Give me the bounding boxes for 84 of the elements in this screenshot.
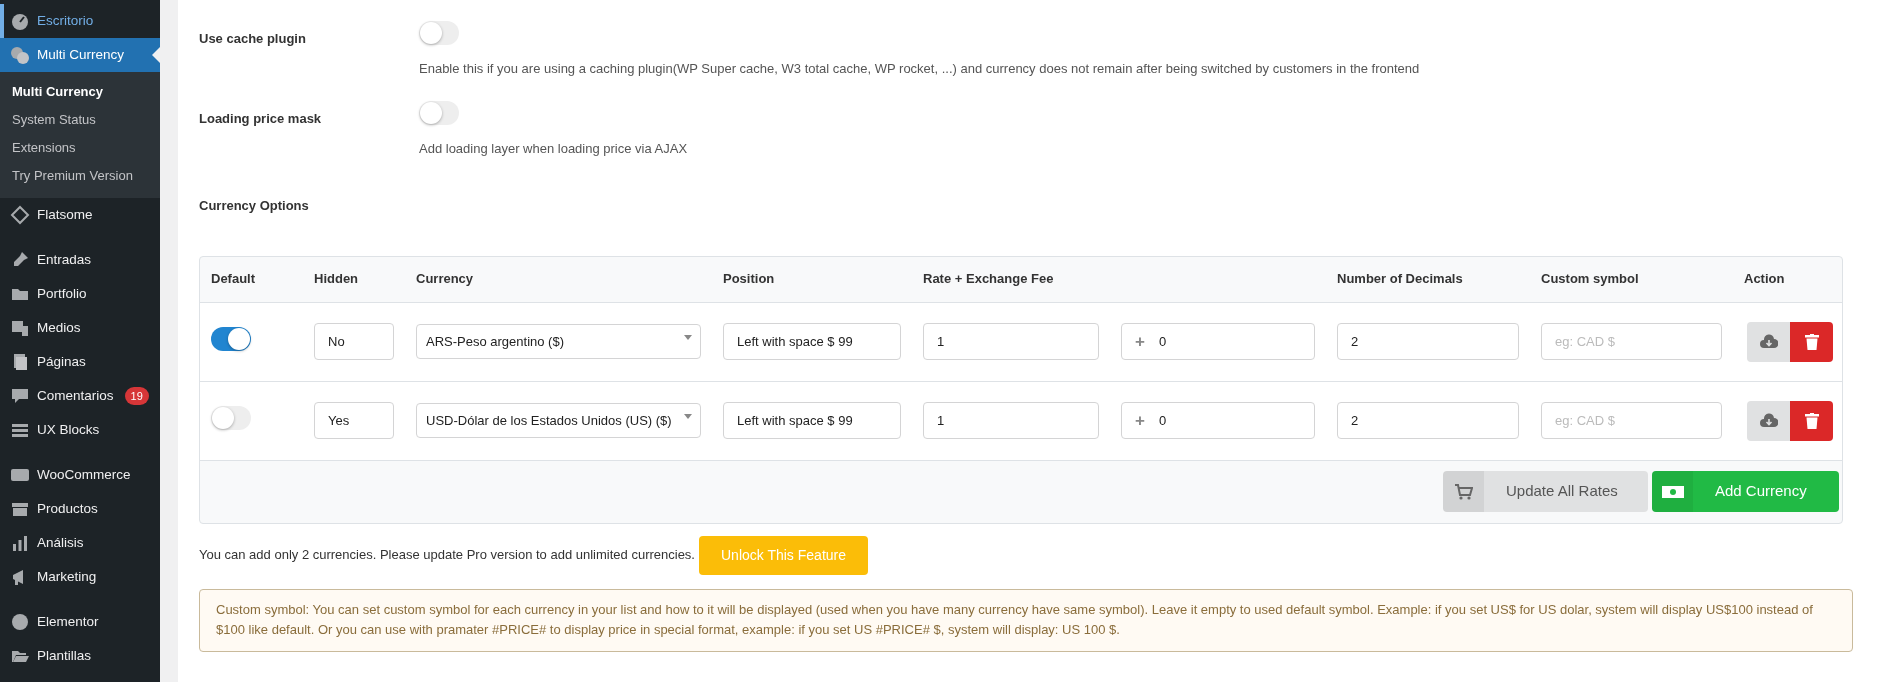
position-field[interactable]: Left with space $ 99 [723,323,901,360]
banknote-icon [1661,485,1684,498]
cloud-download-icon [1759,333,1778,350]
delete-button[interactable] [1790,321,1833,362]
setting-description: Add loading layer when loading price via AJAX [419,139,689,158]
rate-field[interactable]: 1 [923,323,1099,360]
toggle-switch[interactable] [211,326,251,351]
menu-label: Comentarios [37,386,114,405]
setting-label: Use cache plugin [199,30,307,48]
setting-label: Loading price mask [199,110,323,128]
sidebar-item[interactable]: Entradas [0,243,160,277]
trash-icon [1804,333,1819,350]
submenu-item[interactable]: Extensions [0,134,160,162]
fee-field[interactable]: + 0 [1121,323,1315,360]
menu-label: Escritorio [37,11,94,30]
bars-icon [10,533,30,553]
submenu-item[interactable]: Try Premium Version [0,162,160,190]
sidebar-item[interactable]: Plantillas [0,639,160,673]
download-button[interactable] [1747,400,1790,441]
custom-symbol-field[interactable]: eg: CAD $ [1541,323,1722,360]
menu-label: Portfolio [37,284,87,303]
menu-label: Páginas [37,352,86,371]
menu-label: Flatsome [37,205,93,224]
sidebar-item[interactable]: Productos [0,492,160,526]
decimals-field[interactable]: 2 [1337,402,1519,439]
setting-description: Enable this if you are using a caching plugin(WP Super cache, W3 total cache, WP rocket, ...) and currency does not remain after being switched by customers in the frontend [419,59,1421,78]
menu-label: WooCommerce [37,465,131,484]
column-header: Rate + Exchange Fee [922,270,1055,289]
menu-label: Multi Currency [37,45,125,64]
diamond-icon [10,205,30,225]
section-title: Currency Options [199,197,310,215]
submenu-item[interactable]: System Status [0,106,160,134]
submenu-item[interactable]: Multi Currency [0,78,160,106]
info-message: Custom symbol: You can set custom symbol for each currency in your list and how to it will be displayed (used when you have many currency have same symbol). Leave it empty to used default symbol. Example: if you set US$ for US dolar, system will display US$100 instead of $100 like default. Or you can use with pramater #PRICE# to display price in special format, example: if you set US #PRICE# $, system will display: US 100 $. [199,588,1853,653]
menu-label: Elementor [37,612,99,631]
custom-symbol-field[interactable]: eg: CAD $ [1541,402,1722,439]
fee-field[interactable]: + 0 [1121,402,1315,439]
column-header: Number of Decimals [1336,270,1464,289]
column-header: Action [1743,270,1786,289]
trash-icon [1804,412,1819,429]
menu-label: Plantillas [37,646,92,665]
rate-field[interactable]: 1 [923,402,1099,439]
decimals-field[interactable]: 2 [1337,323,1519,360]
currency-dropdown[interactable]: ARS-Peso argentino ($) [416,324,701,359]
cloud-download-icon [1759,412,1778,429]
limit-notice: You can add only 2 currencies. Please update Pro version to add unlimited currencies. [199,546,695,565]
menu-label: Productos [37,499,98,518]
media-icon [10,318,30,338]
sidebar-item[interactable]: Elementor [0,605,160,639]
sidebar-item[interactable]: Medios [0,311,160,345]
column-header: Hidden [313,270,360,289]
hidden-field[interactable]: No [314,323,394,360]
cart-icon [1454,483,1473,500]
toggle-switch[interactable] [211,405,251,430]
update-rates-button[interactable]: Update All Rates [1443,471,1648,512]
sidebar-item[interactable]: Marketing [0,560,160,594]
position-field[interactable]: Left with space $ 99 [723,402,901,439]
menu-label: Análisis [37,533,84,552]
sidebar-item[interactable]: Análisis [0,526,160,560]
toggle-switch[interactable] [419,21,459,45]
sidebar-item[interactable]: Flatsome [0,198,160,232]
download-button[interactable] [1747,321,1790,362]
hidden-field[interactable]: Yes [314,402,394,439]
menu-label: Marketing [37,567,97,586]
sidebar-item[interactable]: UX Blocks [0,413,160,447]
gauge-icon [10,11,30,31]
comment-icon [10,386,30,406]
count-badge: 19 [124,386,149,406]
column-header: Default [210,270,257,289]
sidebar-item[interactable]: Multi Currency [0,38,160,72]
sidebar-item[interactable]: Portfolio [0,277,160,311]
toggle-switch[interactable] [419,101,459,125]
delete-button[interactable] [1790,400,1833,441]
menu-label: UX Blocks [37,420,100,439]
menu-label: Medios [37,318,81,337]
column-header: Position [722,270,776,289]
menu-label: Entradas [37,250,92,269]
sidebar-item[interactable]: Páginas [0,345,160,379]
column-header: Currency [415,270,475,289]
sidebar-item[interactable]: WooCommerce [0,458,160,492]
column-header: Custom symbol [1540,270,1640,289]
currency-icon [10,45,30,65]
sidebar-item[interactable]: Comentarios 19 [0,379,160,413]
currency-dropdown[interactable]: USD-Dólar de los Estados Unidos (US) ($) [416,403,701,438]
